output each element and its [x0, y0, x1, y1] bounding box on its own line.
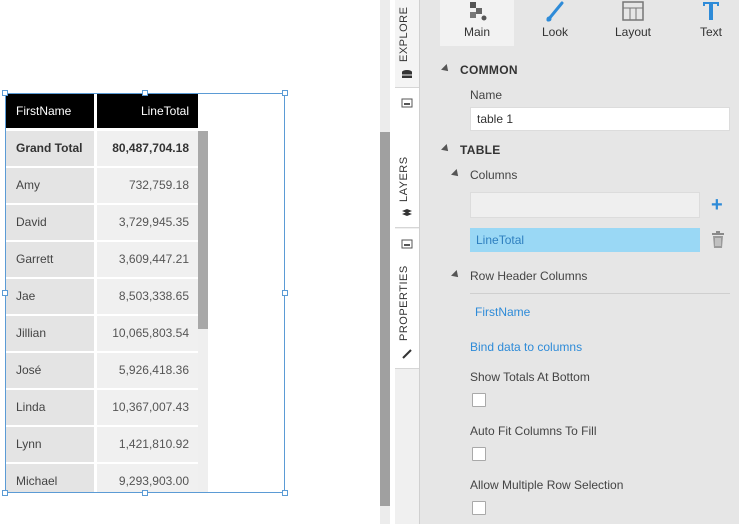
- resize-handle-s[interactable]: [142, 490, 148, 496]
- multi-select-label: Allow Multiple Row Selection: [470, 478, 624, 492]
- row-label[interactable]: Garrett: [6, 242, 94, 277]
- row-label[interactable]: Linda: [6, 390, 94, 425]
- row-header-firstname[interactable]: FirstName: [475, 305, 530, 319]
- toolbar-look-label: Look: [541, 25, 569, 39]
- row-header-divider: [470, 293, 730, 294]
- toolbar-layout-label: Layout: [614, 25, 652, 39]
- table-widget[interactable]: FirstName LineTotal Grand Total 80,487,7…: [5, 93, 285, 493]
- resize-handle-n[interactable]: [142, 90, 148, 96]
- row-label[interactable]: Amy: [6, 168, 94, 203]
- resize-handle-sw[interactable]: [2, 490, 8, 496]
- row-label[interactable]: David: [6, 205, 94, 240]
- tab-layers-label: LAYERS: [398, 156, 410, 202]
- collapse-panel-icon: [401, 239, 413, 249]
- row-value[interactable]: 3,609,447.21: [97, 242, 198, 277]
- layers-icon: [402, 209, 412, 216]
- row-label[interactable]: Lynn: [6, 427, 94, 462]
- puzzle-icon: [470, 2, 487, 21]
- name-field[interactable]: table 1: [470, 107, 730, 131]
- properties-toolbar: Main Look Layout Text: [440, 0, 739, 46]
- tab-properties-label: PROPERTIES: [398, 265, 410, 341]
- multi-select-checkbox[interactable]: [472, 501, 486, 515]
- brush-icon: [402, 349, 412, 359]
- tab-explore[interactable]: EXPLORE: [395, 0, 419, 88]
- row-value[interactable]: 5,926,418.36: [97, 353, 198, 388]
- show-totals-label: Show Totals At Bottom: [470, 370, 590, 384]
- section-common[interactable]: COMMON: [460, 63, 518, 77]
- database-icon: [402, 70, 412, 78]
- row-label[interactable]: José: [6, 353, 94, 388]
- collapse-row-header-icon[interactable]: [451, 270, 461, 280]
- side-tabs: EXPLORE LAYERS PROPERTIES: [395, 0, 419, 524]
- trash-icon[interactable]: [711, 231, 725, 248]
- add-column-icon[interactable]: +: [711, 194, 723, 216]
- toolbar-look-button[interactable]: Look: [518, 0, 592, 46]
- resize-handle-e[interactable]: [282, 290, 288, 296]
- header-linetotal[interactable]: LineTotal: [97, 94, 198, 128]
- resize-handle-se[interactable]: [282, 490, 288, 496]
- tab-explore-label: EXPLORE: [398, 6, 410, 62]
- bind-data-link[interactable]: Bind data to columns: [470, 340, 582, 354]
- row-label[interactable]: Jillian: [6, 316, 94, 351]
- paintbrush-icon: [546, 1, 564, 22]
- auto-fit-label: Auto Fit Columns To Fill: [470, 424, 597, 438]
- row-value[interactable]: 1,421,810.92: [97, 427, 198, 462]
- collapse-table-icon[interactable]: [441, 144, 451, 154]
- row-value[interactable]: 3,729,945.35: [97, 205, 198, 240]
- properties-panel: Main Look Layout Text COMMON Name table …: [419, 0, 739, 524]
- row-header-label[interactable]: Row Header Columns: [470, 269, 587, 283]
- collapse-common-icon[interactable]: [441, 64, 451, 74]
- tab-layers[interactable]: LAYERS: [395, 88, 419, 228]
- resize-handle-w[interactable]: [2, 290, 8, 296]
- dashboard-canvas: FirstName LineTotal Grand Total 80,487,7…: [0, 0, 380, 524]
- row-value[interactable]: 732,759.18: [97, 168, 198, 203]
- row-value[interactable]: 10,367,007.43: [97, 390, 198, 425]
- toolbar-main-button[interactable]: Main: [440, 0, 514, 46]
- header-firstname[interactable]: FirstName: [6, 94, 94, 128]
- collapse-columns-icon[interactable]: [451, 169, 461, 179]
- columns-label[interactable]: Columns: [470, 168, 517, 182]
- collapse-panel-icon: [401, 98, 413, 108]
- resize-handle-ne[interactable]: [282, 90, 288, 96]
- row-label[interactable]: Jae: [6, 279, 94, 314]
- tab-properties[interactable]: PROPERTIES: [395, 229, 419, 369]
- column-chip-linetotal[interactable]: LineTotal: [470, 228, 700, 252]
- section-table[interactable]: TABLE: [460, 143, 501, 157]
- row-value[interactable]: 9,293,903.00: [97, 464, 198, 492]
- show-totals-checkbox[interactable]: [472, 393, 486, 407]
- toolbar-main-label: Main: [463, 25, 490, 39]
- row-value[interactable]: 8,503,338.65: [97, 279, 198, 314]
- layout-grid-icon: [622, 1, 644, 21]
- resize-handle-nw[interactable]: [2, 90, 8, 96]
- auto-fit-checkbox[interactable]: [472, 447, 486, 461]
- row-value[interactable]: 80,487,704.18: [97, 131, 198, 166]
- toolbar-text-label: Text: [699, 25, 722, 39]
- name-label: Name: [470, 88, 503, 102]
- text-format-icon: [703, 2, 719, 20]
- canvas-scrollbar-thumb[interactable]: [380, 132, 390, 506]
- toolbar-text-button[interactable]: Text: [674, 0, 739, 46]
- table-scrollbar-thumb[interactable]: [198, 131, 208, 329]
- toolbar-layout-button[interactable]: Layout: [596, 0, 670, 46]
- row-label[interactable]: Grand Total: [6, 131, 94, 166]
- columns-drop-zone[interactable]: [470, 192, 700, 218]
- row-label[interactable]: Michael: [6, 464, 94, 492]
- row-value[interactable]: 10,065,803.54: [97, 316, 198, 351]
